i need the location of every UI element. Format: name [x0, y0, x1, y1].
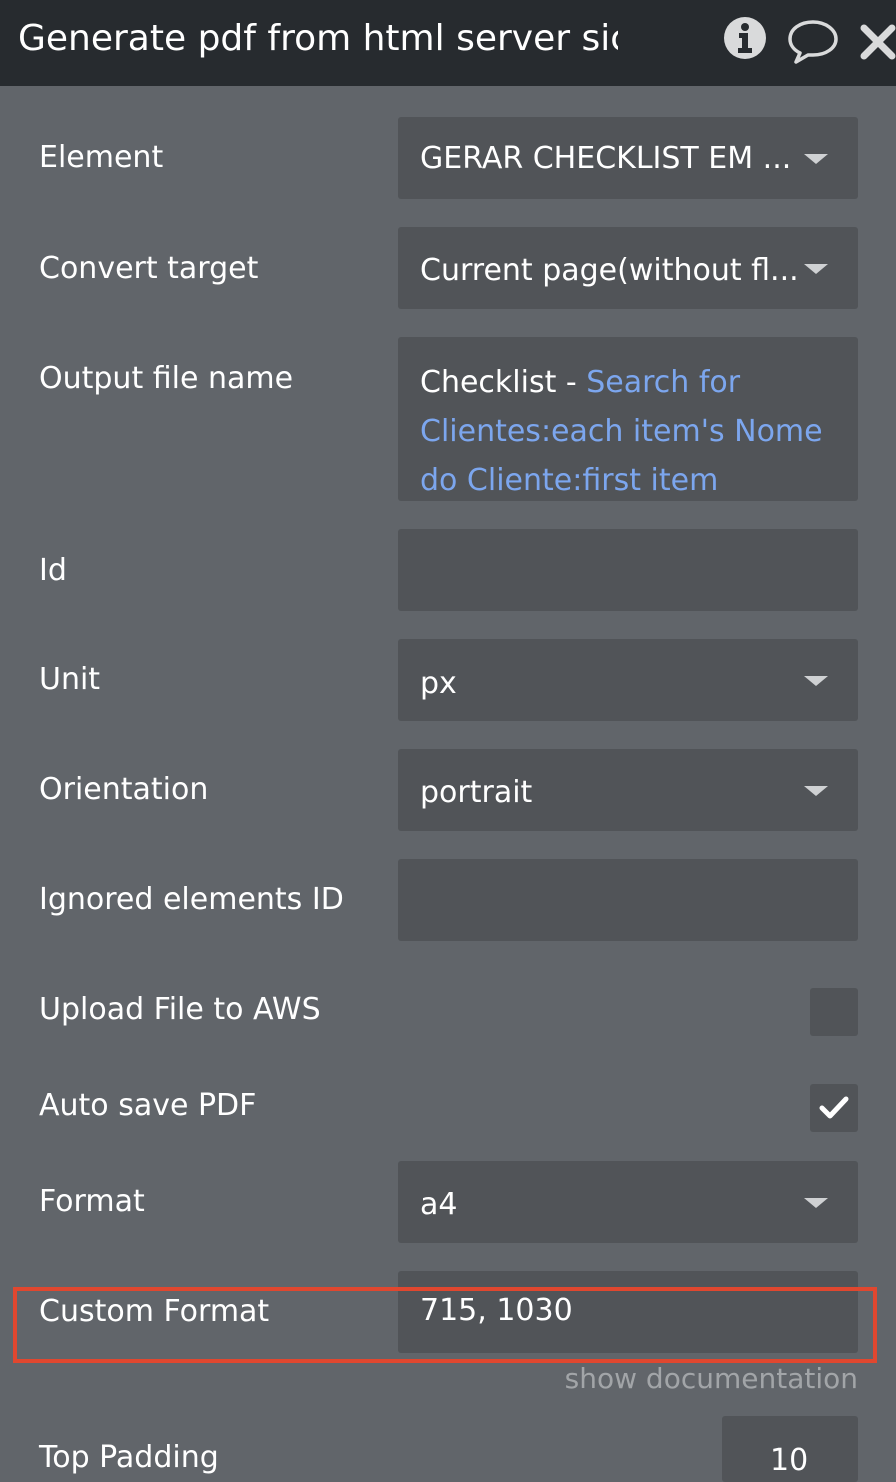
- element-value: GERAR CHECKLIST EM ...: [420, 141, 792, 176]
- format-label: Format: [39, 1184, 145, 1219]
- chevron-down-icon: [804, 676, 828, 686]
- element-dropdown[interactable]: GERAR CHECKLIST EM ...: [398, 117, 858, 199]
- highlight-box: [13, 1287, 877, 1363]
- format-value: a4: [420, 1187, 458, 1222]
- unit-row: Unit px: [0, 639, 896, 721]
- top-padding-label: Top Padding: [39, 1440, 219, 1475]
- ignored-elements-input[interactable]: [398, 859, 858, 941]
- top-padding-value: 10: [770, 1443, 809, 1478]
- info-icon[interactable]: [723, 16, 767, 60]
- ignored-elements-label: Ignored elements ID: [39, 882, 344, 917]
- chevron-down-icon: [804, 786, 828, 796]
- id-label: Id: [39, 553, 67, 588]
- output-file-name-expression: Checklist - Search for Clientes:each ite…: [420, 358, 840, 505]
- orientation-row: Orientation portrait: [0, 749, 896, 831]
- panel-header: Generate pdf from html server sic: [0, 0, 896, 86]
- orientation-dropdown[interactable]: portrait: [398, 749, 858, 831]
- format-dropdown[interactable]: a4: [398, 1161, 858, 1243]
- convert-target-row: Convert target Current page(without fl..…: [0, 227, 896, 309]
- element-label: Element: [39, 140, 164, 175]
- convert-target-value: Current page(without fl...: [420, 253, 799, 288]
- chevron-down-icon: [804, 1198, 828, 1208]
- comment-icon[interactable]: [787, 18, 839, 66]
- show-documentation-link[interactable]: show documentation: [565, 1360, 858, 1398]
- upload-aws-checkbox[interactable]: [810, 988, 858, 1036]
- element-row: Element GERAR CHECKLIST EM ...: [0, 117, 896, 199]
- output-static-text: Checklist -: [420, 365, 587, 400]
- ignored-elements-row: Ignored elements ID: [0, 859, 896, 941]
- unit-dropdown[interactable]: px: [398, 639, 858, 721]
- upload-aws-label: Upload File to AWS: [39, 992, 321, 1027]
- orientation-label: Orientation: [39, 772, 209, 807]
- auto-save-label: Auto save PDF: [39, 1088, 257, 1123]
- format-row: Format a4: [0, 1161, 896, 1243]
- checkmark-icon: [819, 1096, 849, 1119]
- close-icon[interactable]: [858, 20, 896, 64]
- panel-title: Generate pdf from html server sic: [18, 18, 618, 59]
- top-padding-row: Top Padding 10: [0, 1416, 896, 1482]
- chevron-down-icon: [804, 154, 828, 164]
- top-padding-input[interactable]: 10: [722, 1416, 858, 1482]
- id-row: Id: [0, 529, 896, 611]
- auto-save-checkbox[interactable]: [810, 1084, 858, 1132]
- output-file-name-label: Output file name: [39, 361, 294, 396]
- unit-label: Unit: [39, 662, 101, 697]
- chevron-down-icon: [804, 264, 828, 274]
- output-file-name-row: Output file name Checklist - Search for …: [0, 337, 896, 501]
- orientation-value: portrait: [420, 775, 533, 810]
- convert-target-dropdown[interactable]: Current page(without fl...: [398, 227, 858, 309]
- id-input[interactable]: [398, 529, 858, 611]
- auto-save-row: Auto save PDF: [0, 1084, 896, 1134]
- upload-aws-row: Upload File to AWS: [0, 988, 896, 1038]
- unit-value: px: [420, 666, 457, 701]
- output-file-name-input[interactable]: Checklist - Search for Clientes:each ite…: [398, 337, 858, 501]
- convert-target-label: Convert target: [39, 251, 259, 286]
